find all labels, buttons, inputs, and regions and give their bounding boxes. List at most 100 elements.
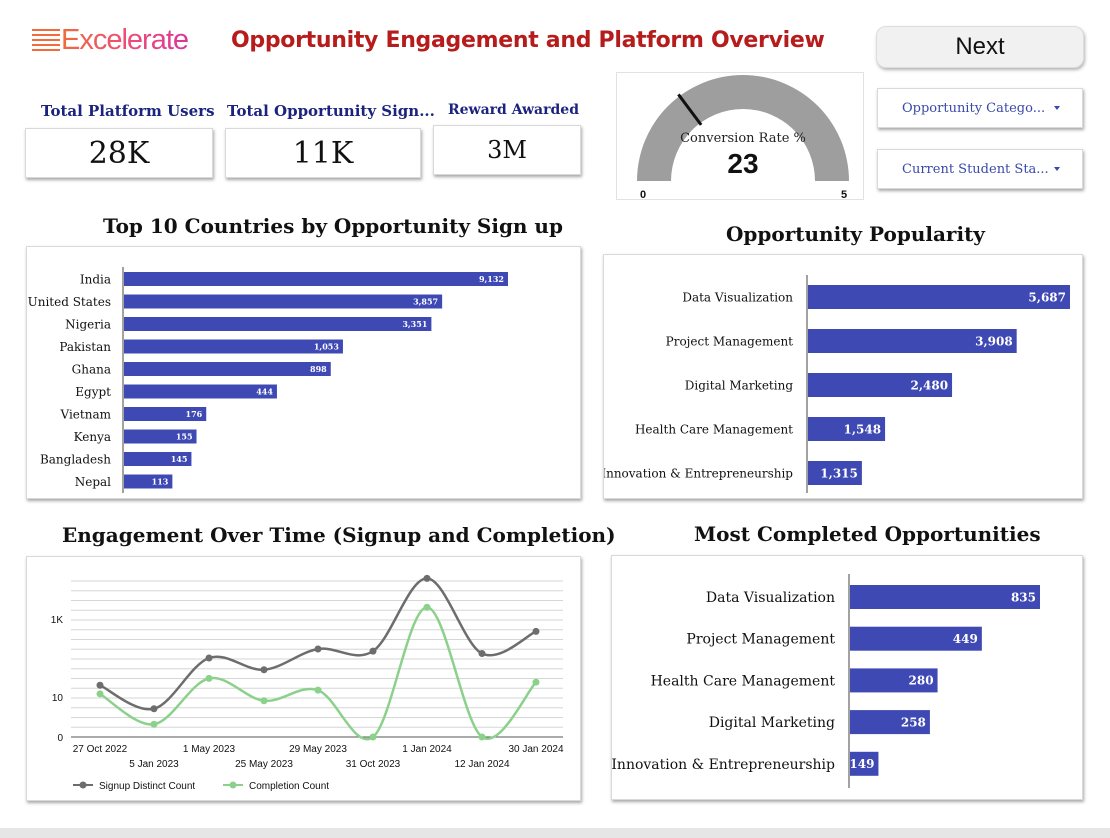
completed-chart-card: Data Visualization 835 Project Management 4… (611, 555, 1083, 800)
countries-chart-card: India 9,132 United States 3,857 Nigeria 3,351… (26, 246, 581, 499)
completion-point (369, 733, 377, 741)
bar (124, 294, 443, 309)
student-status-filter[interactable]: Current Student Sta... (877, 149, 1083, 189)
category-label: India (80, 272, 111, 286)
kpi-label-reward-awarded: Reward Awarded (448, 102, 579, 118)
popularity-chart-title: Opportunity Popularity (726, 222, 985, 246)
category-label: Health Care Management (635, 422, 793, 436)
engagement-chart-title: Engagement Over Time (Signup and Complet… (62, 523, 616, 547)
bar (124, 317, 432, 331)
bar (124, 362, 331, 376)
y-tick-label: 0 (57, 733, 63, 744)
next-button[interactable]: Next (876, 26, 1084, 68)
bar-value-label: 5,687 (1028, 290, 1066, 304)
bar-value-label: 145 (171, 454, 188, 464)
completion-series-line (99, 606, 537, 741)
bottom-scrollbar[interactable] (0, 828, 1110, 838)
signup-point (478, 650, 486, 658)
category-label: Ghana (72, 362, 111, 376)
category-label: Project Management (666, 334, 794, 348)
chevron-down-icon (1054, 167, 1060, 171)
x-tick-label: 25 May 2023 (235, 759, 293, 770)
category-label: Egypt (75, 385, 111, 399)
popularity-chart-card: Data Visualization 5,687 Project Managemen… (601, 254, 1083, 499)
bar-value-label: 449 (953, 632, 978, 646)
x-tick-label: 12 Jan 2024 (454, 759, 509, 770)
logo-lines-icon (32, 29, 60, 51)
legend-swatch-point (79, 781, 87, 789)
completion-point (314, 686, 322, 694)
signup-point (314, 645, 322, 653)
student-status-filter-label: Current Student Sta... (902, 161, 1049, 177)
category-label: Digital Marketing (685, 378, 794, 392)
bar-value-label: 258 (901, 715, 926, 729)
category-label: Health Care Management (651, 673, 836, 689)
signup-point (150, 705, 158, 713)
countries-chart-title: Top 10 Countries by Opportunity Sign up (103, 214, 563, 238)
signup-point (423, 574, 431, 582)
x-tick-label: 27 Oct 2022 (73, 744, 128, 755)
completion-point (260, 697, 268, 705)
bar-value-label: 9,132 (479, 274, 504, 284)
category-label: United States (28, 295, 111, 309)
bar-value-label: 835 (1011, 590, 1036, 604)
gauge-min: 0 (640, 189, 646, 201)
category-label: Data Visualization (706, 590, 835, 606)
bar-value-label: 1,315 (820, 466, 858, 480)
legend-swatch-point (229, 781, 237, 789)
conversion-rate-gauge-card: Conversion Rate % 23 0 5 (616, 72, 864, 201)
countries-bar-chart: India 9,132 United States 3,857 Nigeria 3,351… (28, 267, 508, 493)
category-label: Data Visualization (682, 290, 793, 304)
completion-point (423, 603, 431, 611)
category-label: Project Management (686, 632, 835, 648)
dashboard-title: Opportunity Engagement and Platform Over… (231, 28, 825, 53)
bar-value-label: 3,857 (413, 296, 438, 306)
engagement-chart-card: 0101K100K27 Oct 20221 May 202329 May 202… (26, 537, 581, 801)
signup-point (532, 627, 540, 635)
category-label: Bangladesh (40, 452, 111, 466)
kpi-value-total-users: 28K (25, 128, 213, 178)
completion-point (150, 720, 158, 728)
bar-value-label: 444 (256, 386, 273, 396)
category-label: Kenya (74, 430, 111, 444)
category-label: Pakistan (59, 340, 111, 354)
x-tick-label: 5 Jan 2023 (129, 759, 179, 770)
category-label: Innovation & Entrepreneurship (604, 466, 793, 480)
bar-value-label: 149 (849, 757, 874, 771)
gauge-value: 23 (727, 148, 758, 179)
bar-value-label: 3,351 (402, 319, 427, 329)
bar-value-label: 280 (909, 674, 934, 688)
category-label: Vietnam (60, 407, 112, 421)
category-label: Innovation & Entrepreneurship (612, 757, 835, 773)
opportunity-category-filter[interactable]: Opportunity Catego... (877, 88, 1083, 128)
completed-bar-chart: Data Visualization 835 Project Management 4… (611, 574, 1040, 788)
signup-point (369, 647, 377, 655)
opportunity-category-filter-label: Opportunity Catego... (902, 100, 1046, 116)
signup-point (260, 666, 268, 674)
excelerate-logo: Excelerate (32, 24, 189, 57)
bar (124, 272, 508, 286)
completion-point (478, 733, 486, 741)
kpi-label-total-signups: Total Opportunity Sign... (227, 102, 435, 120)
kpi-value-total-signups: 11K (225, 128, 421, 178)
completion-point (205, 674, 213, 682)
conversion-rate-gauge: Conversion Rate % 23 0 5 (637, 75, 849, 201)
x-tick-label: 29 May 2023 (289, 744, 347, 755)
bar-value-label: 898 (310, 364, 327, 374)
popularity-bar-chart: Data Visualization 5,687 Project Managemen… (601, 275, 1070, 493)
kpi-value-reward-awarded: 3M (433, 125, 581, 175)
bar-value-label: 155 (176, 431, 193, 441)
engagement-line-chart: 0101K100K27 Oct 20221 May 202329 May 202… (40, 537, 564, 792)
x-tick-label: 31 Oct 2023 (346, 759, 401, 770)
legend-label: Completion Count (249, 781, 329, 792)
chevron-down-icon (1054, 106, 1060, 110)
completed-chart-title: Most Completed Opportunities (694, 522, 1041, 546)
bar-value-label: 1,053 (314, 341, 339, 351)
kpi-label-total-users: Total Platform Users (41, 102, 215, 120)
bar-value-label: 176 (186, 409, 203, 419)
completion-point (96, 690, 104, 698)
x-tick-label: 30 Jan 2024 (508, 744, 563, 755)
signup-point (205, 654, 213, 662)
y-tick-label: 1K (51, 615, 64, 626)
bar-value-label: 3,908 (975, 334, 1013, 348)
